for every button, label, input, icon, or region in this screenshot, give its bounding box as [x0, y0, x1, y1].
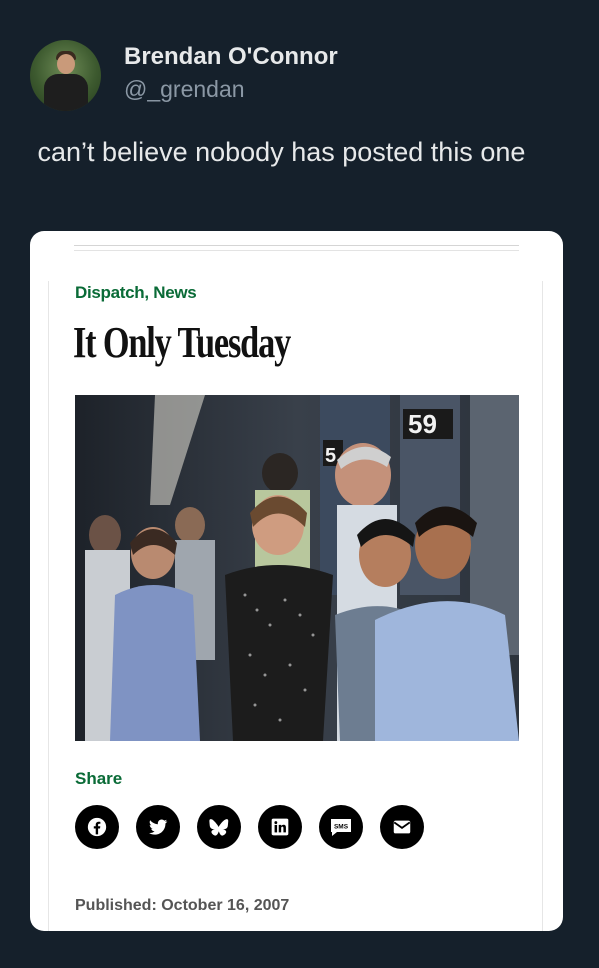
article-photo: 59 5 [75, 395, 519, 741]
station-sign: 59 [408, 409, 437, 439]
share-buttons: SMS [75, 805, 441, 849]
share-twitter-button[interactable] [136, 805, 180, 849]
share-sms-button[interactable]: SMS [319, 805, 363, 849]
author-names: Brendan O'Connor @_grendan [124, 42, 338, 104]
published-date: Published: October 16, 2007 [75, 897, 290, 914]
divider [48, 281, 49, 931]
linkedin-icon [271, 818, 289, 836]
divider [542, 281, 543, 931]
station-sign-partial: 5 [325, 445, 336, 467]
sms-icon: SMS [331, 819, 351, 836]
svg-text:SMS: SMS [334, 824, 349, 831]
divider [74, 250, 519, 251]
display-name[interactable]: Brendan O'Connor [124, 42, 338, 72]
share-linkedin-button[interactable] [258, 805, 302, 849]
twitter-icon [149, 819, 168, 835]
tweet-header: Brendan O'Connor @_grendan [30, 40, 338, 111]
bluesky-icon [209, 819, 229, 836]
share-label: Share [75, 769, 123, 788]
divider [74, 245, 519, 246]
article-category[interactable]: Dispatch, News [75, 283, 197, 303]
facebook-icon [87, 817, 107, 837]
article-card[interactable]: Dispatch, News It Only Tuesday 59 5 Shar… [30, 231, 563, 931]
avatar[interactable] [30, 40, 101, 111]
email-icon [393, 820, 411, 834]
share-bluesky-button[interactable] [197, 805, 241, 849]
share-facebook-button[interactable] [75, 805, 119, 849]
user-handle[interactable]: @_grendan [124, 74, 338, 104]
share-email-button[interactable] [380, 805, 424, 849]
article-headline[interactable]: It Only Tuesday [73, 317, 291, 368]
tweet-text: can’t believe nobody has posted this one [30, 137, 526, 167]
